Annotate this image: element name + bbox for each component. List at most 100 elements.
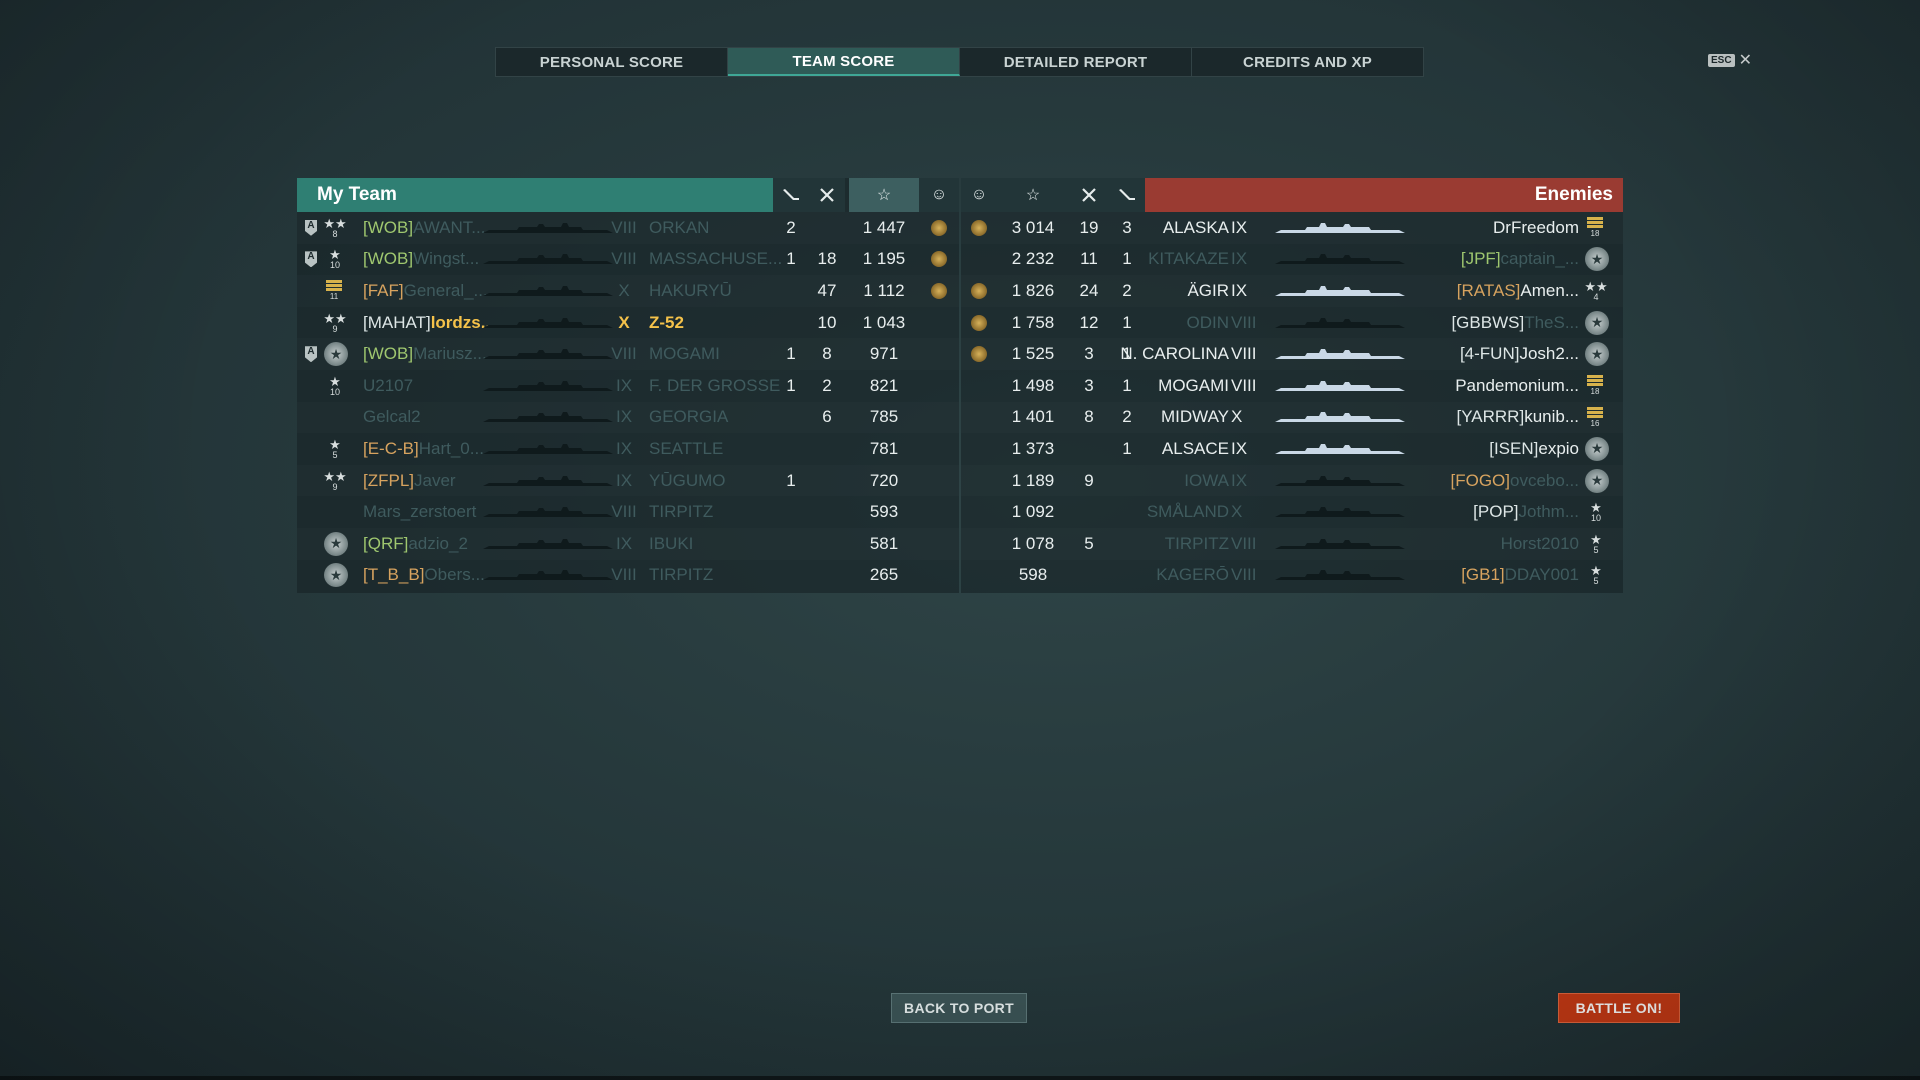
- ship-name-cell: SMÅLAND: [1147, 496, 1229, 528]
- my-team-row[interactable]: Mars_zerstoert VIII TIRPITZ 593: [297, 496, 959, 528]
- my-team-row[interactable]: A ★ [WOB] Mariusz... VIII MOGAMI 1 8 971: [297, 338, 959, 370]
- ship-name-cell: ORKAN: [649, 212, 709, 244]
- ships-destroyed-header-icon: [773, 178, 809, 212]
- ship-tier: IX: [615, 407, 633, 427]
- tab-credits-and-xp[interactable]: CREDITS AND XP: [1192, 48, 1423, 76]
- ship-name: TIRPITZ: [649, 565, 714, 585]
- player-name-cell: DrFreedom: [1493, 212, 1579, 244]
- my-team-row[interactable]: Gelcal2 IX GEORGIA 6 785: [297, 402, 959, 434]
- clan-tag: [WOB]: [363, 344, 414, 364]
- ship-name-cell: ALSACE: [1162, 433, 1229, 465]
- my-team-row[interactable]: ★★ 9 [ZFPL] Javer IX YŪGUMO 1 720: [297, 465, 959, 497]
- player-name: Amen...: [1520, 280, 1579, 300]
- player-name-cell: [ZFPL] Javer: [363, 465, 456, 497]
- ship-silhouette-cell: [1275, 370, 1405, 402]
- clan-tag: [T_B_B]: [363, 565, 425, 585]
- ship-silhouette-cell: [1275, 244, 1405, 276]
- enemy-row[interactable]: 1 092 SMÅLAND X [POP] Jothm... ★ 10: [961, 496, 1623, 528]
- medal-cell: [919, 275, 959, 307]
- enemy-row[interactable]: 2 232 11 1 KITAKAZE IX [JPF] captain_... ★: [961, 244, 1623, 276]
- ship-tier: IX: [615, 375, 633, 395]
- ships-destroyed-value: [1109, 496, 1145, 528]
- enemy-row[interactable]: 3 014 19 3 ALASKA IX DrFreedom 18: [961, 212, 1623, 244]
- ship-name: SMÅLAND: [1146, 502, 1229, 522]
- clan-tag: [YARRR]: [1456, 407, 1525, 427]
- tier-cell: IX: [607, 528, 641, 560]
- planes-destroyed-value: 24: [1079, 280, 1099, 300]
- player-name: expio: [1538, 438, 1579, 458]
- medal-cell: [919, 244, 959, 276]
- medal-cell: [961, 212, 997, 244]
- ship-silhouette-icon: [1275, 222, 1405, 233]
- tier-cell: IX: [1231, 244, 1247, 276]
- ship-silhouette-icon: [1275, 538, 1405, 549]
- ship-silhouette-cell: [1275, 275, 1405, 307]
- enemies-panel: ☺ ☆ Enemies 3 014 19 3 ALASKA IX DrFreedom 18 2…: [961, 178, 1623, 593]
- battle-on-button[interactable]: BATTLE ON!: [1558, 993, 1680, 1023]
- tab-team-score[interactable]: TEAM SCORE: [728, 48, 960, 76]
- enemy-row[interactable]: 1 758 12 1 ODIN VIII [GBBWS] TheS... ★: [961, 307, 1623, 339]
- player-name: ovcebo...: [1510, 470, 1579, 490]
- player-name: Mariusz...: [413, 344, 487, 364]
- close-control[interactable]: ESC ✕: [1708, 50, 1752, 70]
- medal-icon: [931, 251, 947, 268]
- medal-header-icon: ☺: [919, 178, 959, 212]
- medal-icon: [971, 219, 987, 236]
- ships-destroyed-value: 1: [786, 375, 796, 395]
- enemy-row[interactable]: 598 KAGERŌ VIII [GB1] DDAY001 ★ 5: [961, 560, 1623, 592]
- enemy-row[interactable]: 1 078 5 TIRPITZ VIII Horst2010 ★ 5: [961, 528, 1623, 560]
- tab-detailed-report[interactable]: DETAILED REPORT: [960, 48, 1192, 76]
- ships-destroyed-value: [773, 560, 809, 592]
- base-xp-value: 1 525: [1011, 344, 1055, 364]
- ships-destroyed-value: 1: [1122, 438, 1132, 458]
- my-team-row[interactable]: ★★ 9 [MAHAT] lordzs... X Z-52 10 1 043: [297, 307, 959, 339]
- my-team-row[interactable]: ★ 5 [E-C-B] Hart_0... IX SEATTLE 781: [297, 433, 959, 465]
- ship-name-cell: MOGAMI: [1158, 370, 1229, 402]
- rank-cell: ★★ 8: [323, 212, 346, 244]
- base-xp-header-icon: ☆: [849, 178, 919, 212]
- player-name: adzio_2: [408, 533, 468, 553]
- medal-icon: [971, 346, 987, 363]
- planes-destroyed-header-icon: [809, 178, 845, 212]
- ship-silhouette-cell: [483, 275, 613, 307]
- ship-silhouette-cell: [483, 212, 613, 244]
- base-xp-value: 1 373: [1011, 438, 1055, 458]
- my-team-row[interactable]: ★ [QRF] adzio_2 IX IBUKI 581: [297, 528, 959, 560]
- my-team-row[interactable]: 11 [FAF] General_... X HAKURYŪ 47 1 112: [297, 275, 959, 307]
- player-name-cell: U2107: [363, 370, 413, 402]
- medal-cell: [919, 212, 959, 244]
- my-team-row[interactable]: A ★ 10 [WOB] Wingst... VIII MASSACHUSE... 1 18 1 …: [297, 244, 959, 276]
- player-name-cell: [GB1] DDAY001: [1461, 560, 1579, 592]
- enemy-row[interactable]: 1 373 1 ALSACE IX [ISEN] expio ★: [961, 433, 1623, 465]
- enemy-row[interactable]: 1 525 3 1 N. CAROLINA VIII [4-FUN] Josh2... ★: [961, 338, 1623, 370]
- rank-star-icon: ★★ 9: [323, 470, 346, 492]
- rank-cell: ★: [1585, 338, 1609, 370]
- enemy-row[interactable]: 1 189 9 IOWA IX [FOGO] ovcebo... ★: [961, 465, 1623, 497]
- enemy-row[interactable]: 1 826 24 2 ÄGIR IX [RATAS] Amen... ★★ 4: [961, 275, 1623, 307]
- my-team-row[interactable]: ★ [T_B_B] Obers... VIII TIRPITZ 265: [297, 560, 959, 592]
- planes-destroyed-value: 12: [1079, 312, 1099, 332]
- ship-silhouette-cell: [483, 402, 613, 434]
- ship-tier: VIII: [611, 249, 637, 269]
- ship-silhouette-icon: [483, 443, 613, 454]
- my-team-row[interactable]: ★ 10 U2107 IX F. DER GROSSE 1 2 821: [297, 370, 959, 402]
- ship-name: IBUKI: [649, 533, 694, 553]
- enemy-row[interactable]: 1 498 3 1 MOGAMI VIII Pandemonium... 18: [961, 370, 1623, 402]
- rank-emblem-icon: ★: [1585, 310, 1609, 335]
- tab-personal-score[interactable]: PERSONAL SCORE: [496, 48, 728, 76]
- ship-name: KITAKAZE: [1148, 249, 1229, 269]
- division-badge-cell: A: [305, 212, 317, 244]
- tier-cell: VIII: [607, 212, 641, 244]
- close-icon[interactable]: ✕: [1739, 50, 1752, 70]
- ships-destroyed-value: [773, 402, 809, 434]
- enemy-row[interactable]: 1 401 8 2 MIDWAY X [YARRR] kunib... 16: [961, 402, 1623, 434]
- ship-silhouette-icon: [1275, 380, 1405, 391]
- back-to-port-button[interactable]: BACK TO PORT: [891, 993, 1027, 1023]
- tier-cell: VIII: [607, 560, 641, 592]
- rank-cell: ★ 5: [324, 433, 346, 465]
- base-xp-value: 1 195: [862, 249, 906, 269]
- my-team-row[interactable]: A ★★ 8 [WOB] AWANT... VIII ORKAN 2 1 447: [297, 212, 959, 244]
- ship-silhouette-cell: [1275, 212, 1405, 244]
- rank-number: 9: [332, 323, 338, 334]
- base-xp-value: 720: [869, 470, 899, 490]
